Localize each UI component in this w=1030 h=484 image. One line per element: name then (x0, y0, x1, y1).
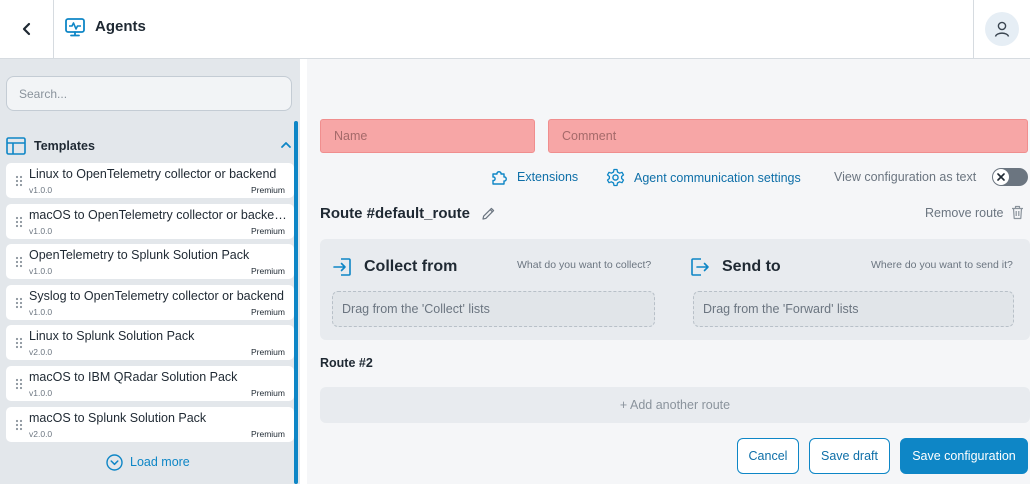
trash-icon (1011, 205, 1023, 220)
templates-icon (6, 137, 26, 155)
templates-list: Linux to OpenTelemetry collector or back… (6, 163, 294, 447)
template-version: v1.0.0 (29, 225, 53, 236)
scrollbar-thumb[interactable] (294, 121, 298, 484)
main-content: Extensions Agent communication settings … (307, 59, 1030, 484)
template-name: macOS to Splunk Solution Pack (29, 410, 207, 425)
drag-handle-icon[interactable] (15, 256, 23, 268)
route-2-title: Route #2 (320, 356, 373, 370)
save-draft-button[interactable]: Save draft (809, 438, 890, 474)
template-name: Linux to OpenTelemetry collector or back… (29, 167, 277, 181)
template-version: v1.0.0 (29, 306, 53, 317)
template-name: OpenTelemetry to Splunk Solution Pack (29, 248, 250, 263)
send-icon (691, 258, 709, 276)
view-as-text-label: View configuration as text (834, 170, 977, 184)
agent-settings-link[interactable]: Agent communication settings (606, 168, 801, 187)
template-version: v1.0.0 (29, 266, 53, 277)
template-version: v1.0.0 (29, 387, 53, 398)
template-version: v1.0.0 (29, 185, 53, 195)
view-as-text-toggle[interactable] (992, 168, 1028, 186)
template-item[interactable]: macOS to IBM QRadar Solution Pack v1.0.0… (6, 365, 294, 401)
remove-route-label: Remove route (925, 205, 1004, 220)
chevron-left-icon (22, 22, 30, 36)
send-dropzone[interactable]: Drag from the 'Forward' lists (693, 291, 1014, 327)
route-card: Collect from What do you want to collect… (320, 239, 1030, 340)
puzzle-icon (492, 171, 507, 185)
toggle-knob (993, 169, 1009, 185)
top-bar: Agents (0, 0, 1030, 59)
pencil-icon[interactable] (481, 206, 496, 221)
extensions-label: Extensions (517, 170, 579, 184)
templates-sidebar: Templates Linux to OpenTelemetry collect… (0, 59, 300, 484)
name-field[interactable] (320, 119, 535, 153)
profile-area (973, 0, 1030, 58)
page-title: Agents (95, 18, 146, 35)
template-item[interactable]: OpenTelemetry to Splunk Solution Pack v1… (6, 244, 294, 280)
template-item[interactable]: Linux to Splunk Solution Pack v2.0.0 Pre… (6, 325, 294, 361)
user-icon (994, 21, 1010, 37)
template-badge: Premium (250, 428, 285, 439)
drag-handle-icon[interactable] (15, 297, 23, 309)
send-hint: Where do you want to send it? (871, 259, 1013, 271)
templates-section-header[interactable]: Templates (6, 135, 294, 157)
load-more-button[interactable]: Load more (106, 453, 190, 471)
gear-icon (606, 168, 625, 187)
template-badge: Premium (250, 347, 285, 358)
chevron-down-circle-icon (106, 453, 123, 471)
load-more-label: Load more (130, 455, 190, 469)
template-badge: Premium (250, 225, 285, 236)
drag-handle-icon[interactable] (15, 378, 23, 390)
drag-handle-icon[interactable] (15, 337, 23, 349)
drag-handle-icon[interactable] (15, 175, 23, 187)
template-item[interactable]: Syslog to OpenTelemetry collector or bac… (6, 284, 294, 320)
drag-handle-icon[interactable] (15, 216, 23, 228)
save-configuration-button[interactable]: Save configuration (900, 438, 1028, 474)
collect-from-title: Collect from (364, 258, 458, 275)
template-item[interactable]: macOS to Splunk Solution Pack v2.0.0 Pre… (6, 406, 294, 442)
close-icon (997, 173, 1005, 181)
collect-hint: What do you want to collect? (517, 259, 652, 271)
comment-field[interactable] (548, 119, 1028, 153)
collect-icon (333, 258, 351, 276)
agent-settings-label: Agent communication settings (634, 170, 801, 185)
template-item[interactable]: macOS to OpenTelemetry collector or back… (6, 203, 294, 239)
template-badge: Premium (250, 306, 285, 317)
back-button[interactable] (0, 0, 54, 58)
send-to-title: Send to (722, 258, 781, 275)
user-avatar-button[interactable] (985, 12, 1019, 46)
template-version: v2.0.0 (29, 428, 53, 439)
template-badge: Premium (250, 185, 285, 195)
template-item[interactable]: Linux to OpenTelemetry collector or back… (6, 163, 294, 198)
monitor-pulse-icon (65, 18, 85, 37)
template-name: macOS to IBM QRadar Solution Pack (29, 369, 238, 384)
template-name: Syslog to OpenTelemetry collector or bac… (29, 288, 284, 303)
collect-from-header: Collect from (332, 257, 457, 277)
template-version: v2.0.0 (29, 347, 53, 358)
template-badge: Premium (250, 266, 285, 277)
template-badge: Premium (250, 387, 285, 398)
templates-heading: Templates (34, 139, 95, 153)
cancel-button[interactable]: Cancel (737, 438, 799, 474)
template-name: Linux to Splunk Solution Pack (29, 329, 195, 344)
add-route-button[interactable]: + Add another route (320, 387, 1030, 423)
drag-handle-icon[interactable] (15, 419, 23, 431)
collect-dropzone[interactable]: Drag from the 'Collect' lists (332, 291, 655, 327)
template-name: macOS to OpenTelemetry collector or back… (29, 207, 287, 222)
chevron-up-icon[interactable] (280, 139, 292, 151)
search-input[interactable] (6, 76, 292, 111)
route-title: Route #default_route (320, 205, 471, 222)
send-to-header: Send to (690, 257, 781, 277)
extensions-link[interactable]: Extensions (490, 168, 578, 186)
remove-route-button[interactable]: Remove route (925, 205, 1024, 220)
